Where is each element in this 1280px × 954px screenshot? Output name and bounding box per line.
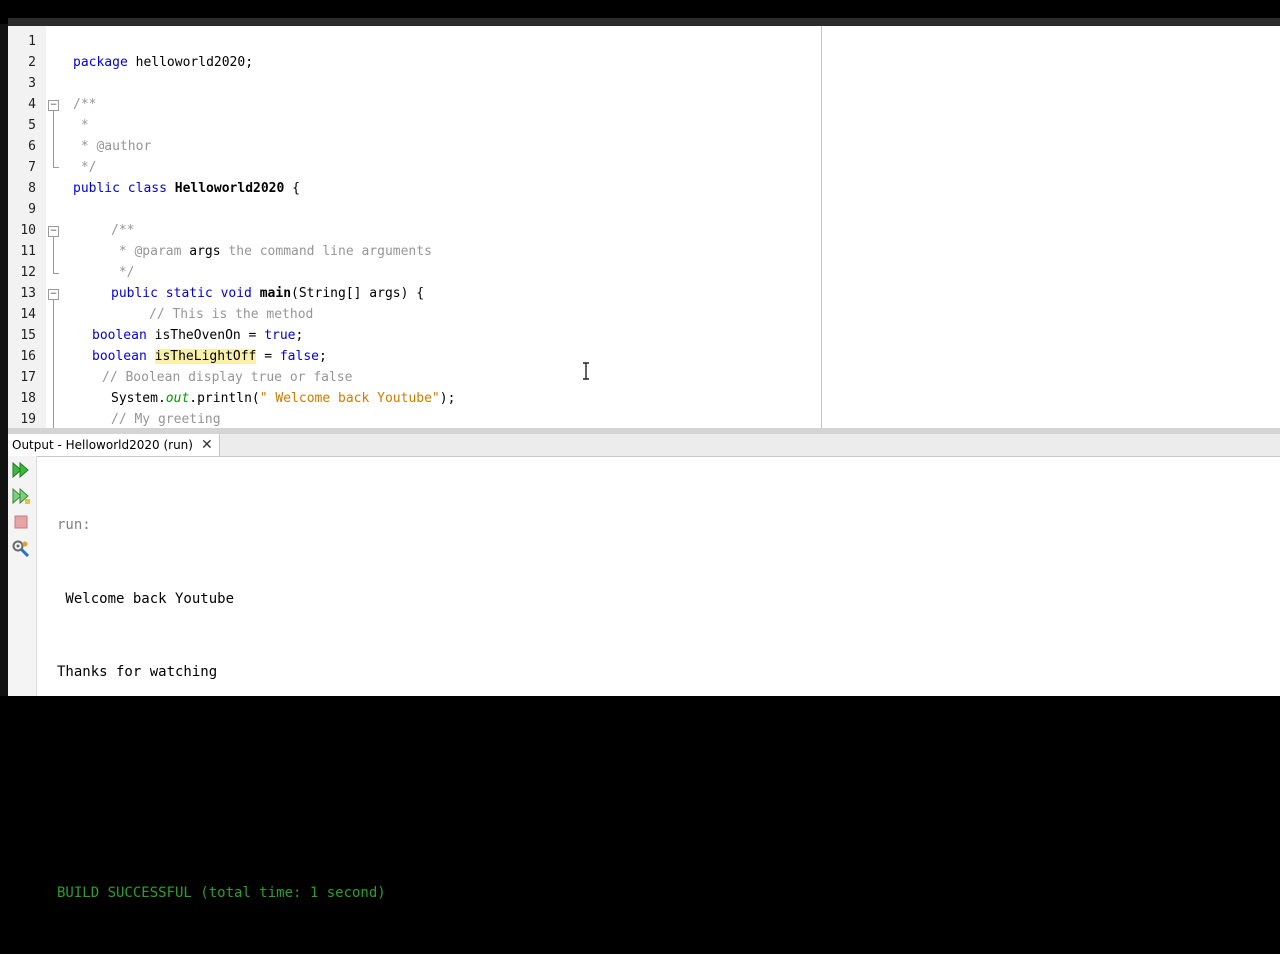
code-text: ); (439, 391, 456, 406)
stop-icon[interactable] (10, 512, 32, 532)
line-number: 12 (20, 265, 36, 280)
javadoc-tag: @param (134, 244, 182, 259)
code-text: { (284, 181, 300, 196)
fold-guide (53, 237, 54, 273)
code-line-11[interactable]: * @param args the command line arguments (111, 244, 432, 259)
code-text: (String[] args) { (291, 286, 425, 301)
code-text: ; (319, 349, 327, 364)
line-number: 5 (28, 118, 36, 133)
output-line: is the light off : false (57, 811, 260, 827)
line-number: 3 (28, 76, 36, 91)
code-line-8[interactable]: public class Helloworld2020 { (73, 181, 300, 196)
string-literal: " Welcome back Youtube" (259, 391, 440, 406)
fold-guide (53, 111, 54, 167)
toolbar-strip (8, 18, 1280, 26)
literal: false (279, 349, 319, 364)
line-number: 10 (20, 223, 36, 238)
output-panel: Output - Helloworld2020 (run) ✕ run: Wel… (8, 434, 1280, 901)
line-number: 19 (20, 412, 36, 427)
code-text: System. (111, 391, 166, 406)
code-line-5[interactable]: * (73, 118, 89, 133)
code-line-12[interactable]: */ (111, 265, 135, 280)
param-name: args (181, 244, 221, 259)
code-text: helloworld2020; (127, 55, 254, 70)
code-editor[interactable]: 1 2 3 4 5 6 7 8 9 10 11 12 13 14 15 16 1… (8, 26, 1280, 428)
settings-icon[interactable] (10, 538, 32, 558)
literal: true (264, 328, 296, 343)
rerun-icon[interactable] (10, 460, 32, 480)
fold-guide-end (53, 273, 59, 274)
output-line: Thanks for watching (57, 664, 218, 680)
code-line-7[interactable]: */ (73, 160, 97, 175)
code-line-17[interactable]: // Boolean display true or false (102, 370, 352, 385)
code-line-18[interactable]: System.out.println(" Welcome back Youtub… (111, 391, 455, 406)
class-name: Helloworld2020 (166, 181, 285, 196)
code-line-15[interactable]: boolean isTheOvenOn = true; (92, 328, 303, 343)
line-number: 6 (28, 139, 36, 154)
output-tab-bar: Output - Helloworld2020 (run) ✕ (8, 434, 1280, 457)
code-line-2[interactable]: package helloworld2020; (73, 55, 253, 70)
line-number-gutter: 1 2 3 4 5 6 7 8 9 10 11 12 13 14 15 16 1… (8, 26, 47, 428)
line-number: 11 (20, 244, 36, 259)
text-cursor-icon (582, 362, 590, 380)
highlighted-variable: isTheLightOff (154, 349, 257, 364)
fold-collapse-icon[interactable]: − (48, 289, 59, 300)
screen-bottom-bar (0, 696, 1280, 720)
code-line-4[interactable]: /** (73, 97, 96, 112)
code-line-16[interactable]: boolean isTheLightOff = false; (92, 349, 327, 364)
line-number: 7 (28, 160, 36, 175)
close-icon[interactable]: ✕ (201, 438, 213, 452)
code-text: ; (295, 328, 304, 343)
line-number: 13 (20, 286, 36, 301)
fold-guide (53, 300, 54, 428)
code-text: * (111, 244, 135, 259)
output-toolbar (8, 456, 37, 696)
fold-collapse-icon[interactable]: − (48, 100, 59, 111)
method-name: main (251, 286, 292, 301)
output-line: Welcome back Youtube (57, 590, 235, 607)
rerun-with-params-icon[interactable] (10, 486, 32, 506)
line-number: 15 (20, 328, 36, 343)
code-line-10[interactable]: /** (111, 223, 134, 238)
keyword: boolean (92, 328, 147, 343)
code-line-14[interactable]: // This is the method (149, 307, 313, 322)
tab-label: Output - Helloworld2020 (run) (12, 438, 193, 452)
output-line: is the oven on :true (57, 737, 226, 754)
code-line-19[interactable]: // My greeting (111, 412, 221, 427)
code-text: the command line arguments (220, 244, 432, 259)
static-field: out (165, 391, 190, 406)
line-number: 1 (28, 34, 36, 49)
output-line: run: (57, 517, 91, 533)
code-text: .println( (189, 391, 260, 406)
right-margin-guide (821, 26, 822, 428)
fold-collapse-icon[interactable]: − (48, 226, 59, 237)
window-left-edge (0, 24, 8, 696)
keyword: public class (73, 181, 167, 196)
line-number: 16 (20, 349, 36, 364)
line-number: 2 (28, 55, 36, 70)
code-text: = (256, 349, 280, 364)
line-number: 18 (20, 391, 36, 406)
keyword: public static void (111, 286, 252, 301)
keyword: boolean (92, 349, 147, 364)
keyword: package (73, 55, 128, 70)
line-number: 14 (20, 307, 36, 322)
code-line-13[interactable]: public static void main(String[] args) { (111, 286, 424, 301)
code-line-6[interactable]: * @author (73, 139, 151, 154)
line-number: 4 (28, 97, 36, 112)
tab-output-run[interactable]: Output - Helloworld2020 (run) ✕ (8, 434, 220, 456)
code-text: isTheOvenOn = (146, 328, 265, 343)
line-number: 9 (28, 202, 36, 217)
fold-guide-end (53, 167, 59, 168)
build-status-line: BUILD SUCCESSFUL (total time: 1 second) (57, 884, 386, 901)
line-number: 8 (28, 181, 36, 196)
line-number: 17 (20, 370, 36, 385)
